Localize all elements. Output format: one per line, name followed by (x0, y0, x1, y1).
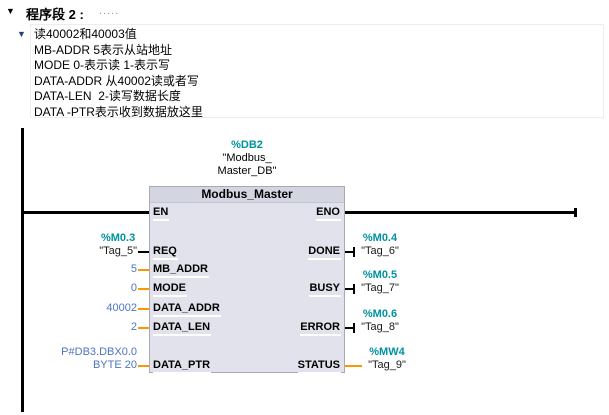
pin-mode: MODE (153, 282, 187, 297)
pin-data-addr: DATA_ADDR (153, 302, 221, 317)
network-comment-placeholder[interactable]: ..... (99, 5, 119, 17)
pin-data-ptr: DATA_PTR (153, 359, 211, 374)
operand-name[interactable]: "Tag_5" (99, 245, 137, 258)
operand-address[interactable]: %MW4 (369, 346, 404, 359)
req-wire (138, 251, 149, 253)
db-name-line[interactable]: "Modbus_ (149, 152, 345, 165)
pin-error: ERROR (241, 321, 341, 336)
block-title[interactable]: Modbus_Master (150, 187, 344, 203)
en-wire (24, 211, 149, 214)
busy-operand[interactable]: %M0.5 "Tag_7" (357, 269, 403, 295)
pin-done: DONE (241, 245, 341, 260)
done-wire-terminator (353, 247, 355, 257)
comment-line[interactable]: DATA -PTR表示收到数据放这里 (34, 105, 603, 121)
power-rail (21, 128, 24, 412)
pin-mb-addr: MB_ADDR (153, 263, 209, 278)
status-operand[interactable]: %MW4 "Tag_9" (364, 346, 410, 372)
pointer-value-line[interactable]: P#DB3.DBX0.0 (61, 346, 137, 359)
operand-address[interactable]: %M0.4 (363, 232, 397, 245)
operand-name[interactable]: "Tag_6" (361, 245, 399, 258)
pin-busy: BUSY (241, 282, 341, 297)
eno-wire (345, 211, 575, 214)
comment-title-line[interactable]: 读40002和40003值 (34, 27, 603, 43)
comment-box[interactable]: 读40002和40003值 MB-ADDR 5表示从站地址 MODE 0-表示读… (30, 24, 604, 118)
mode-wire (138, 288, 149, 290)
data-addr-value[interactable]: 40002 (106, 302, 137, 315)
mb-addr-value[interactable]: 5 (131, 263, 137, 276)
mode-value[interactable]: 0 (131, 282, 137, 295)
data-len-value[interactable]: 2 (131, 321, 137, 334)
operand-name[interactable]: "Tag_8" (361, 321, 399, 334)
pin-status: STATUS (241, 359, 341, 374)
eno-wire-terminator (574, 208, 577, 217)
busy-wire-terminator (353, 284, 355, 294)
network-title[interactable]: 程序段 2 : (26, 4, 84, 23)
comment-line[interactable]: DATA-LEN 2-读写数据长度 (34, 89, 603, 105)
pin-req: REQ (153, 245, 178, 260)
data-ptr-value[interactable]: P#DB3.DBX0.0 BYTE 20 (61, 346, 137, 372)
data-ptr-wire (138, 365, 149, 367)
db-name-line[interactable]: Master_DB" (149, 165, 345, 178)
data-len-wire (138, 327, 149, 329)
db-address[interactable]: %DB2 (149, 139, 345, 152)
error-wire-terminator (353, 323, 355, 333)
error-operand[interactable]: %M0.6 "Tag_8" (357, 308, 403, 334)
comment-collapse-icon[interactable]: ▼ (17, 29, 26, 39)
comment-line[interactable]: DATA-ADDR 从40002读或者写 (34, 74, 603, 90)
pin-data-len: DATA_LEN (153, 321, 211, 336)
operand-name[interactable]: "Tag_9" (368, 359, 406, 372)
comment-line[interactable]: MB-ADDR 5表示从站地址 (34, 43, 603, 59)
network-editor: ▼ 程序段 2 : ..... ▼ 读40002和40003值 MB-ADDR … (0, 0, 609, 415)
pin-eno: ENO (241, 206, 341, 221)
data-addr-wire (138, 308, 149, 310)
network-collapse-icon[interactable]: ▼ (6, 6, 15, 16)
operand-address[interactable]: %M0.5 (363, 269, 397, 282)
instance-db-label[interactable]: %DB2 "Modbus_ Master_DB" (149, 139, 345, 178)
req-operand[interactable]: %M0.3 "Tag_5" (99, 232, 137, 258)
pointer-value-line[interactable]: BYTE 20 (93, 359, 137, 372)
mb-addr-wire (138, 269, 149, 271)
operand-name[interactable]: "Tag_7" (361, 282, 399, 295)
operand-address[interactable]: %M0.3 (101, 232, 135, 245)
pin-en: EN (153, 206, 169, 221)
operand-address[interactable]: %M0.6 (363, 308, 397, 321)
status-wire (345, 365, 362, 367)
done-operand[interactable]: %M0.4 "Tag_6" (357, 232, 403, 258)
comment-line[interactable]: MODE 0-表示读 1-表示写 (34, 58, 603, 74)
